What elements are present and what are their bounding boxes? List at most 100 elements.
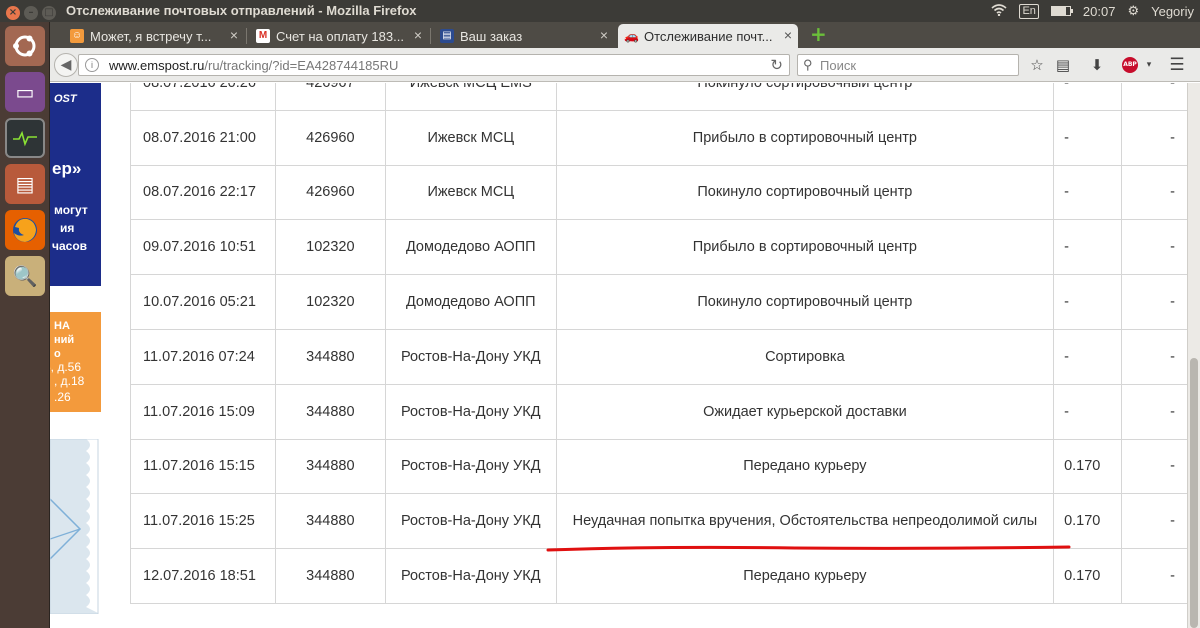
table-row: 11.07.2016 15:15 344880 Ростов-На-Дону УКД… <box>130 438 1187 495</box>
ad-text: НА <box>54 320 70 332</box>
cell-extra: - <box>1121 83 1187 111</box>
ad-banner-orange[interactable]: НА ний о , д.18 5, д.56 .26 <box>50 312 101 412</box>
window-controls: × – □ <box>6 4 60 20</box>
new-tab-plus-icon[interactable]: + <box>810 24 827 44</box>
ad-text: , д.18 <box>54 374 85 388</box>
tab-2[interactable]: M Счет на оплату 183... × <box>250 24 428 48</box>
red-underline-annotation <box>546 545 1071 552</box>
table-row: 10.07.2016 05:21 102320 Домодедово АОПП Пок… <box>130 274 1187 330</box>
cell-weight: - <box>1053 164 1123 221</box>
wifi-icon[interactable] <box>991 3 1007 19</box>
close-tab-icon[interactable]: × <box>784 27 792 43</box>
cell-status: Покинуло сортировочный центр <box>555 164 1055 221</box>
cell-place: Ижевск МСЦ <box>384 109 557 166</box>
cat-icon: ☺ <box>70 29 84 43</box>
ad-banner-blue[interactable]: OST ер» могут ия часов <box>50 83 101 286</box>
close-window-icon[interactable]: × <box>6 6 20 20</box>
cell-status: Прибыло в сортировочный центр <box>555 109 1055 166</box>
firefox-icon[interactable] <box>5 210 45 250</box>
battery-icon[interactable] <box>1050 6 1073 16</box>
maximize-window-icon[interactable]: □ <box>42 6 56 20</box>
cell-place: Ростов-На-Дону УКД <box>384 493 557 550</box>
cell-place: Домодедово АОПП <box>384 219 557 276</box>
tracking-table: 08.07.2016 20:26426967Ижевск МСЦ EMSПоки… <box>130 83 1187 604</box>
cell-weight: - <box>1053 383 1123 440</box>
ad-text: ний <box>54 334 75 346</box>
back-arrow-icon[interactable]: ◀ <box>54 53 78 77</box>
ad-text: .26 <box>54 390 71 404</box>
ad-text: часов <box>52 239 88 253</box>
table-row: 11.07.2016 15:09 344880 Ростов-На-Дону УКД… <box>130 383 1187 440</box>
tab-label: Ваш заказ <box>460 28 523 44</box>
url-domain: www.emspost.ru <box>109 58 205 73</box>
ems-car-icon: 🚗 <box>624 29 639 43</box>
close-tab-icon[interactable]: × <box>600 27 608 43</box>
cell-datetime: 11.07.2016 15:15 <box>130 438 276 495</box>
keyboard-layout-indicator[interactable]: En <box>1019 3 1039 19</box>
cell-extra: - <box>1121 164 1187 221</box>
left-advertisement[interactable]: OST ер» могут ия часов НА ний о , д.18 5… <box>50 83 102 628</box>
cell-datetime: 11.07.2016 15:25 <box>130 493 276 550</box>
tab-label: Счет на оплату 183... <box>276 28 404 44</box>
cell-postal-index: 344880 <box>274 438 386 495</box>
cell-postal-index: 344880 <box>274 548 386 604</box>
cell-datetime: 09.07.2016 10:51 <box>130 219 276 276</box>
ad-text: ия <box>60 221 75 235</box>
archive-manager-icon[interactable]: ▤ <box>5 164 45 204</box>
cell-place: Ростов-На-Дону УКД <box>384 383 557 440</box>
cell-weight: - <box>1053 274 1123 330</box>
ubuntu-dash-icon[interactable] <box>5 26 45 66</box>
cell-place: Ростов-На-Дону УКД <box>384 438 557 495</box>
page-scrollbar[interactable] <box>1187 83 1200 628</box>
tab-4-active[interactable]: 🚗 Отслеживание почт... × <box>618 24 798 48</box>
downloads-arrow-icon[interactable]: ⬇ <box>1088 56 1106 74</box>
cell-place: Ростов-На-Дону УКД <box>384 548 557 604</box>
bookmark-star-icon[interactable]: ☆ <box>1028 56 1046 74</box>
cell-status: Сортировка <box>555 328 1055 385</box>
cell-weight: - <box>1053 328 1123 385</box>
tab-label: Отслеживание почт... <box>644 28 773 44</box>
cell-status: Покинуло сортировочный центр <box>555 83 1055 111</box>
tab-bar: ☺ Может, я встречу т... × M Счет на опла… <box>50 22 1200 48</box>
cell-weight: 0.170 <box>1053 438 1123 495</box>
ad-text: ер» <box>52 159 82 178</box>
search-input[interactable]: ⚲ Поиск <box>797 54 1019 76</box>
unity-launcher: ▭ ▤ 🔍 <box>0 22 50 628</box>
cell-extra: - <box>1121 383 1187 440</box>
table-row: 09.07.2016 10:51 102320 Домодедово АОПП При… <box>130 219 1187 276</box>
tab-1[interactable]: ☺ Может, я встречу т... × <box>64 24 244 48</box>
cell-postal-index: 426967 <box>274 83 386 111</box>
cell-postal-index: 344880 <box>274 383 386 440</box>
gear-icon[interactable]: ⚙ <box>1127 3 1139 19</box>
minimize-window-icon[interactable]: – <box>24 6 38 20</box>
cell-extra: - <box>1121 548 1187 604</box>
hamburger-menu-icon[interactable]: ☰ <box>1168 56 1186 74</box>
chevron-down-icon[interactable]: ▾ <box>1140 56 1158 74</box>
cell-extra: - <box>1121 493 1187 550</box>
postage-stamp-image[interactable] <box>50 438 100 615</box>
image-viewer-icon[interactable]: 🔍 <box>5 256 45 296</box>
cell-datetime: 12.07.2016 18:51 <box>130 548 276 604</box>
system-monitor-icon[interactable] <box>5 118 45 158</box>
close-tab-icon[interactable]: × <box>414 27 422 43</box>
files-app-icon[interactable]: ▭ <box>5 72 45 112</box>
cell-status: Передано курьеру <box>555 438 1055 495</box>
scrollbar-thumb[interactable] <box>1190 358 1198 628</box>
cell-postal-index: 102320 <box>274 274 386 330</box>
close-tab-icon[interactable]: × <box>230 27 238 43</box>
reload-icon[interactable]: ↻ <box>770 56 783 74</box>
ad-text: 5, д.56 <box>50 360 82 374</box>
site-info-icon[interactable]: i <box>85 58 99 72</box>
navigation-toolbar: ◀ i www.emspost.ru/ru/tracking/?id=EA428… <box>50 48 1200 82</box>
user-name[interactable]: Yegoriy <box>1151 4 1194 19</box>
cell-weight: - <box>1053 109 1123 166</box>
cell-postal-index: 344880 <box>274 493 386 550</box>
clock[interactable]: 20:07 <box>1083 4 1116 19</box>
tab-separator <box>246 28 247 44</box>
adblock-plus-icon[interactable]: ABP <box>1122 57 1138 73</box>
tab-3[interactable]: ▤ Ваш заказ × <box>434 24 614 48</box>
cell-datetime: 08.07.2016 21:00 <box>130 109 276 166</box>
url-bar[interactable]: i www.emspost.ru/ru/tracking/?id=EA42874… <box>78 54 790 76</box>
reading-list-icon[interactable]: ▤ <box>1054 56 1072 74</box>
tab-label: Может, я встречу т... <box>90 28 212 44</box>
